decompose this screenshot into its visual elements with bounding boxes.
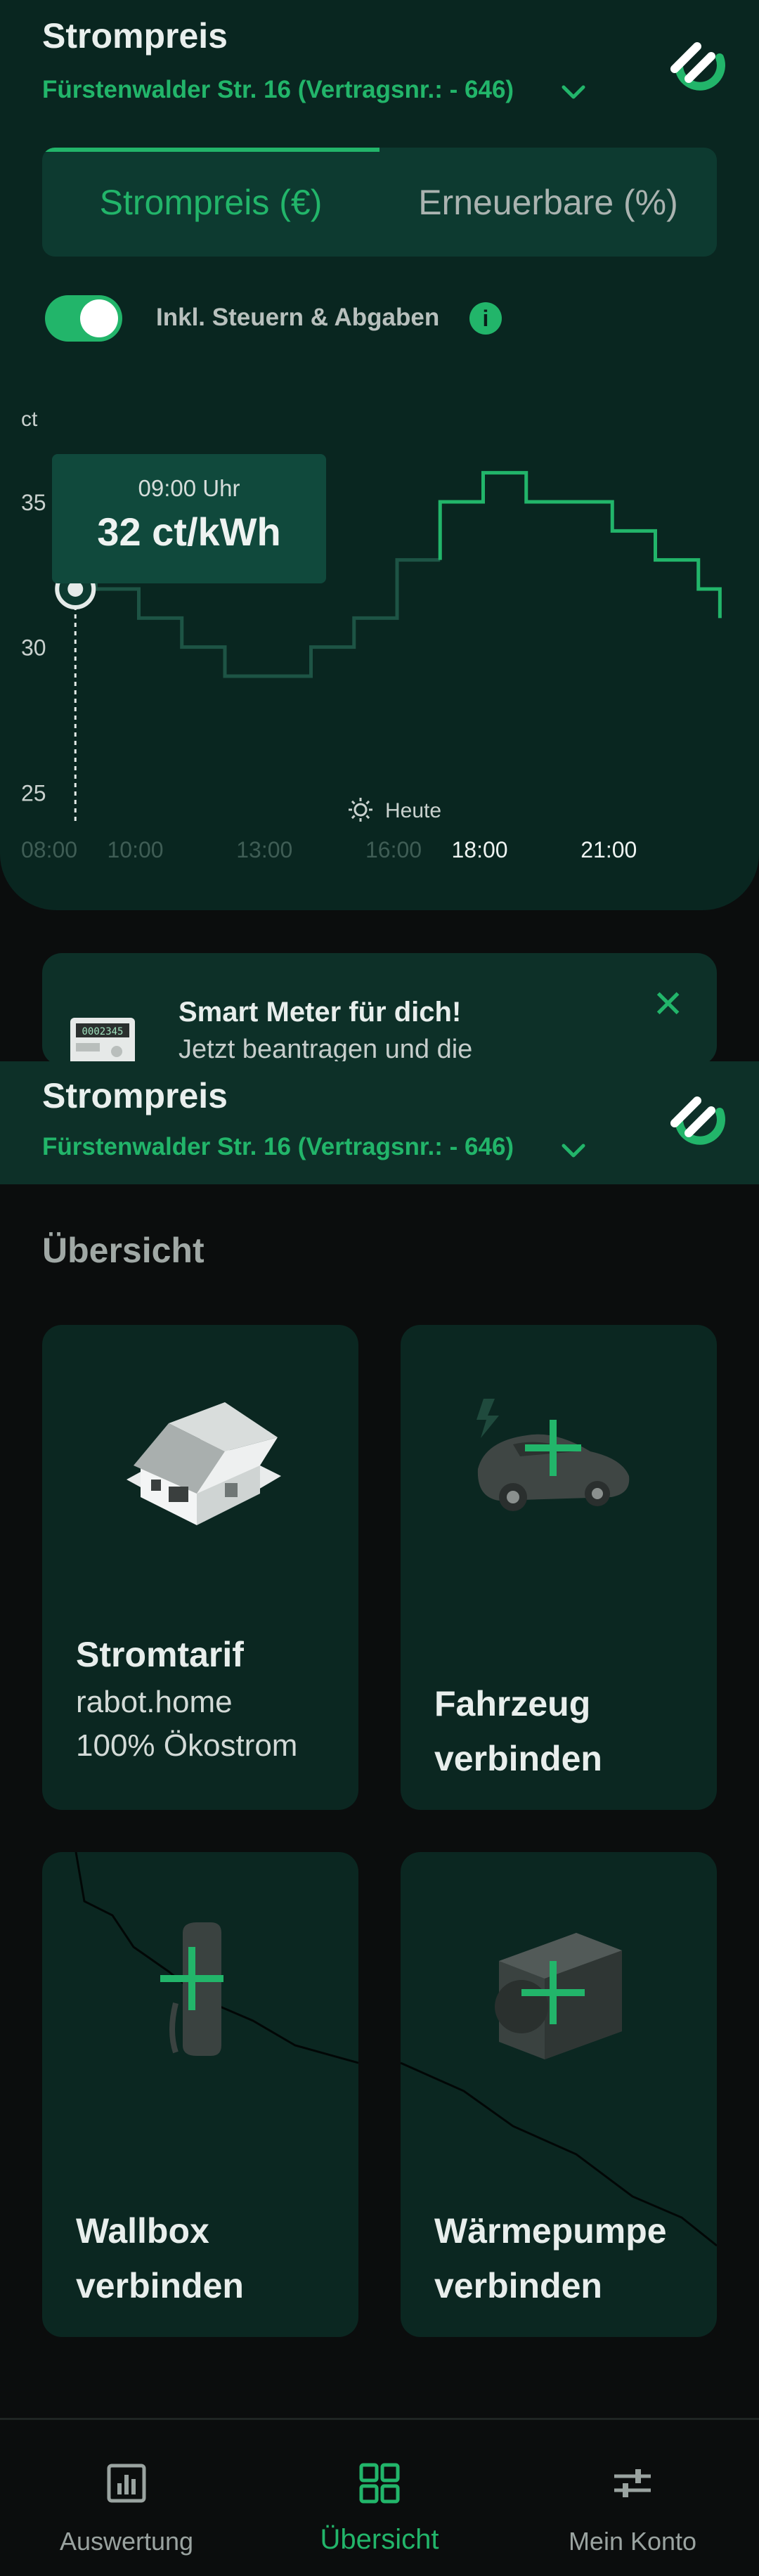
sliders-icon bbox=[614, 2469, 651, 2497]
nav-item-uebersicht[interactable]: Übersicht bbox=[253, 2420, 506, 2576]
card-title-line: Wallbox bbox=[76, 2211, 209, 2251]
price-panel: Strompreis Fürstenwalder Str. 16 (Vertra… bbox=[0, 0, 759, 910]
card-line: rabot.home bbox=[76, 1685, 233, 1719]
info-icon[interactable]: i bbox=[469, 302, 502, 335]
sticky-title: Strompreis bbox=[42, 1076, 228, 1115]
x-tick-label: 18:00 bbox=[452, 837, 508, 862]
card-stromtarif[interactable]: Stromtarif rabot.home 100% Ökostrom bbox=[42, 1325, 358, 1810]
sun-ray bbox=[351, 800, 356, 805]
chart-tooltip: 09:00 Uhr 32 ct/kWh bbox=[52, 454, 326, 583]
sticky-contract-selector[interactable]: Fürstenwalder Str. 16 (Vertragsnr.: - 64… bbox=[42, 1133, 514, 1161]
chevron-down-icon[interactable] bbox=[559, 1137, 588, 1165]
x-tick-label: 13:00 bbox=[236, 837, 292, 862]
price-line-future bbox=[438, 471, 722, 619]
nav-label: Auswertung bbox=[59, 2527, 194, 2556]
bottom-nav: Auswertung Übersicht Mein Konto bbox=[0, 2418, 759, 2576]
y-tick-label: 35 bbox=[21, 490, 46, 515]
banner-title: Smart Meter für dich! bbox=[179, 997, 462, 1028]
chevron-down-icon[interactable] bbox=[559, 79, 588, 107]
smart-meter-icon: 0002345 bbox=[70, 1018, 135, 1066]
tooltip-value: 32 ct/kWh bbox=[97, 510, 281, 554]
rabot-logo-icon bbox=[670, 42, 725, 91]
card-waermepumpe[interactable]: Wärmepumpe verbinden bbox=[401, 1852, 717, 2337]
card-line: 100% Ökostrom bbox=[76, 1728, 298, 1763]
car-plus-icon bbox=[476, 1399, 630, 1511]
card-title-line: verbinden bbox=[434, 2266, 602, 2305]
grid-icon bbox=[359, 2463, 400, 2504]
y-unit-label: ct bbox=[21, 408, 38, 431]
tab-erneuerbare[interactable]: Erneuerbare (%) bbox=[379, 148, 717, 257]
page-title: Strompreis bbox=[42, 16, 228, 56]
close-icon[interactable]: ✕ bbox=[652, 985, 684, 1023]
highlight-marker-dot bbox=[67, 581, 84, 597]
tax-toggle-label: Inkl. Steuern & Abgaben bbox=[156, 304, 440, 331]
nav-label: Mein Konto bbox=[568, 2527, 697, 2556]
card-title-line: Fahrzeug bbox=[434, 1684, 591, 1723]
toggle-knob bbox=[80, 299, 118, 337]
card-title-line: verbinden bbox=[434, 1739, 602, 1778]
y-tick-label: 25 bbox=[21, 780, 46, 805]
y-tick-label: 30 bbox=[21, 635, 46, 661]
x-tick-label: 16:00 bbox=[365, 837, 422, 862]
chart-icon bbox=[107, 2464, 146, 2503]
price-type-tabs: Strompreis (€) Erneuerbare (%) bbox=[42, 148, 717, 257]
banner-text: Jetzt beantragen und die bbox=[179, 1035, 473, 1064]
x-tick-label: 08:00 bbox=[21, 837, 77, 862]
card-title: Stromtarif bbox=[76, 1635, 244, 1674]
tax-toggle[interactable] bbox=[45, 295, 122, 342]
x-tick-label: 10:00 bbox=[108, 837, 164, 862]
sun-ray bbox=[365, 800, 370, 805]
card-title-line: Wärmepumpe bbox=[434, 2211, 667, 2251]
sun-icon bbox=[349, 798, 372, 822]
card-title-line: verbinden bbox=[76, 2266, 244, 2305]
sticky-header: Strompreis Fürstenwalder Str. 16 (Vertra… bbox=[0, 1061, 759, 1184]
today-label: Heute bbox=[385, 799, 441, 822]
sun-ray bbox=[365, 815, 370, 820]
heatpump-plus-icon bbox=[495, 1933, 622, 2059]
tab-strompreis[interactable]: Strompreis (€) bbox=[42, 148, 379, 257]
svg-text:0002345: 0002345 bbox=[82, 1026, 123, 1037]
nav-item-mein-konto[interactable]: Mein Konto bbox=[506, 2420, 759, 2576]
x-tick-label: 21:00 bbox=[580, 837, 637, 862]
sun-ray bbox=[351, 815, 356, 820]
tooltip-time: 09:00 Uhr bbox=[138, 475, 240, 501]
wallbox-plus-icon bbox=[160, 1922, 223, 2056]
smart-meter-banner[interactable]: 0002345 Smart Meter für dich! Jetzt bean… bbox=[42, 953, 717, 1066]
card-wallbox[interactable]: Wallbox verbinden bbox=[42, 1852, 358, 2337]
sun-core bbox=[353, 803, 368, 817]
overview-title: Übersicht bbox=[42, 1231, 205, 1270]
nav-label: Übersicht bbox=[320, 2524, 439, 2555]
nav-item-auswertung[interactable]: Auswertung bbox=[0, 2420, 253, 2576]
house-icon bbox=[126, 1402, 281, 1525]
rabot-logo-icon bbox=[670, 1096, 725, 1145]
card-fahrzeug[interactable]: Fahrzeug verbinden bbox=[401, 1325, 717, 1810]
contract-selector[interactable]: Fürstenwalder Str. 16 (Vertragsnr.: - 64… bbox=[42, 76, 514, 104]
